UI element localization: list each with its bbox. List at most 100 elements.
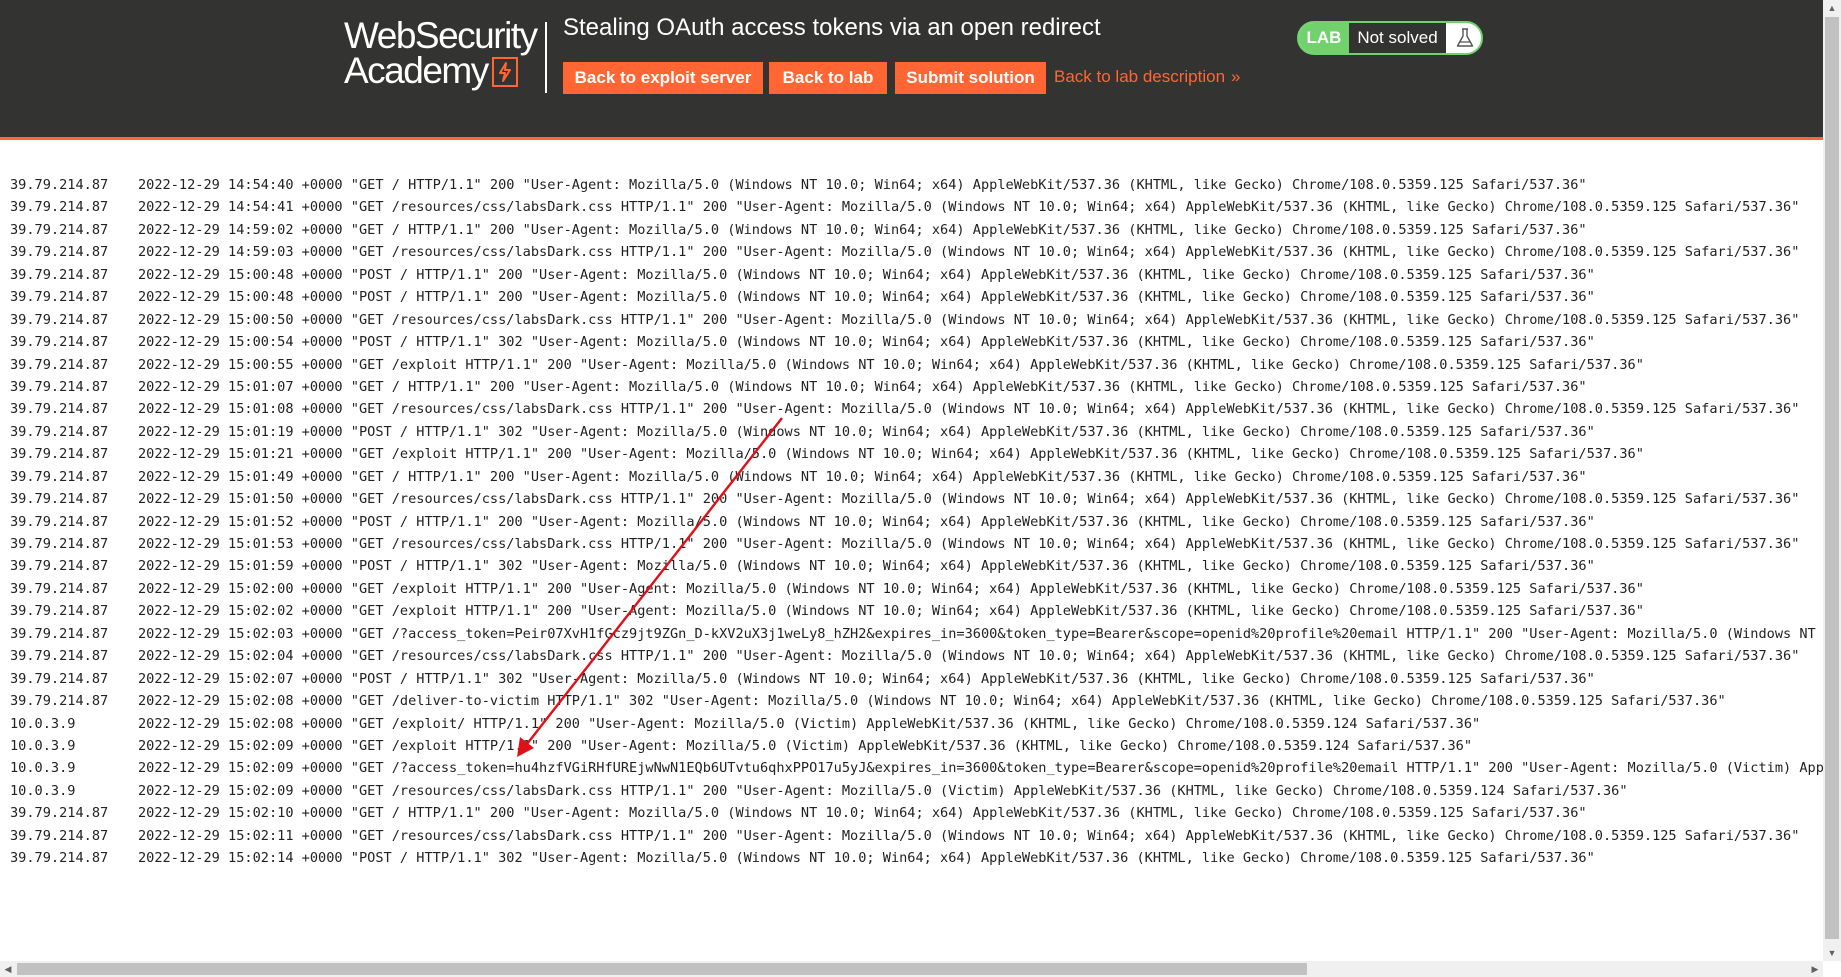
vertical-scroll-thumb[interactable] bbox=[1825, 17, 1839, 939]
page-header: WebSecurity Academy Stealing OAuth acces… bbox=[0, 0, 1823, 140]
chevrons-right-icon: » bbox=[1231, 67, 1241, 86]
log-entry: 2022-12-29 15:00:48 +0000 "POST / HTTP/1… bbox=[138, 266, 1595, 283]
log-row: 39.79.214.87 2022-12-29 15:00:48 +0000 "P… bbox=[10, 286, 1823, 308]
scroll-down-icon[interactable]: ▼ bbox=[1824, 945, 1840, 961]
log-ip: 39.79.214.87 bbox=[10, 625, 109, 642]
log-entry: 2022-12-29 15:02:11 +0000 "GET /resource… bbox=[138, 827, 1800, 844]
log-row: 39.79.214.87 2022-12-29 14:59:03 +0000 "G… bbox=[10, 241, 1823, 263]
web-security-academy-logo[interactable]: WebSecurity Academy bbox=[344, 15, 538, 91]
log-ip: 10.0.3.9 bbox=[10, 760, 76, 777]
log-entry: 2022-12-29 15:00:54 +0000 "POST / HTTP/1… bbox=[138, 334, 1595, 351]
log-ip: 39.79.214.87 bbox=[10, 513, 109, 530]
log-row: 39.79.214.87 2022-12-29 15:02:08 +0000 "G… bbox=[10, 690, 1823, 712]
log-row: 39.79.214.87 2022-12-29 15:02:04 +0000 "G… bbox=[10, 645, 1823, 667]
vertical-scrollbar[interactable]: ▲ ▼ bbox=[1823, 0, 1841, 961]
log-entry: 2022-12-29 15:02:00 +0000 "GET /exploit … bbox=[138, 580, 1644, 597]
log-ip: 10.0.3.9 bbox=[10, 737, 76, 754]
log-row: 39.79.214.87 2022-12-29 14:54:40 +0000 "G… bbox=[10, 174, 1823, 196]
log-ip: 39.79.214.87 bbox=[10, 177, 109, 193]
lab-status-widget: LAB Not solved bbox=[1297, 21, 1483, 55]
log-entry: 2022-12-29 15:02:09 +0000 "GET /resource… bbox=[138, 782, 1628, 799]
log-entry: 2022-12-29 14:54:40 +0000 "GET / HTTP/1.… bbox=[138, 177, 1587, 193]
log-ip: 39.79.214.87 bbox=[10, 244, 109, 261]
log-entry: 2022-12-29 15:02:07 +0000 "POST / HTTP/1… bbox=[138, 670, 1595, 687]
log-row: 39.79.214.87 2022-12-29 15:02:03 +0000 "G… bbox=[10, 623, 1823, 645]
log-row: 39.79.214.87 2022-12-29 15:01:53 +0000 "G… bbox=[10, 533, 1823, 555]
log-row: 39.79.214.87 2022-12-29 14:54:41 +0000 "G… bbox=[10, 196, 1823, 218]
log-ip: 39.79.214.87 bbox=[10, 356, 109, 373]
log-entry: 2022-12-29 15:02:09 +0000 "GET /exploit … bbox=[138, 737, 1473, 754]
log-row: 10.0.3.9 2022-12-29 15:02:08 +0000 "GET /… bbox=[10, 713, 1823, 735]
log-row: 10.0.3.9 2022-12-29 15:02:09 +0000 "GET /… bbox=[10, 735, 1823, 757]
scroll-right-icon[interactable]: ▶ bbox=[1807, 961, 1823, 977]
logo-bolt-icon bbox=[491, 57, 518, 87]
horizontal-scrollbar[interactable]: ◀ ▶ bbox=[0, 961, 1823, 977]
log-ip: 39.79.214.87 bbox=[10, 603, 109, 620]
scroll-up-icon[interactable]: ▲ bbox=[1824, 0, 1840, 16]
log-row: 39.79.214.87 2022-12-29 15:00:55 +0000 "G… bbox=[10, 354, 1823, 376]
log-row: 39.79.214.87 2022-12-29 15:01:08 +0000 "G… bbox=[10, 398, 1823, 420]
log-entry: 2022-12-29 15:01:08 +0000 "GET /resource… bbox=[138, 401, 1800, 418]
log-ip: 39.79.214.87 bbox=[10, 805, 109, 822]
log-ip: 39.79.214.87 bbox=[10, 827, 109, 844]
log-entry: 2022-12-29 15:01:59 +0000 "POST / HTTP/1… bbox=[138, 558, 1595, 575]
header-divider bbox=[545, 22, 547, 93]
log-row: 39.79.214.87 2022-12-29 15:01:07 +0000 "G… bbox=[10, 376, 1823, 398]
log-ip: 39.79.214.87 bbox=[10, 491, 109, 508]
horizontal-scroll-thumb[interactable] bbox=[17, 963, 1307, 975]
exploit-server-access-log: 39.79.214.87 2022-12-29 14:54:40 +0000 "G… bbox=[10, 174, 1823, 954]
back-to-lab-description-link[interactable]: Back to lab description » bbox=[1054, 67, 1241, 87]
log-entry: 2022-12-29 15:00:50 +0000 "GET /resource… bbox=[138, 311, 1800, 328]
log-ip: 10.0.3.9 bbox=[10, 782, 76, 799]
log-row: 39.79.214.87 2022-12-29 15:01:21 +0000 "G… bbox=[10, 443, 1823, 465]
log-row: 39.79.214.87 2022-12-29 15:00:50 +0000 "G… bbox=[10, 309, 1823, 331]
submit-solution-button[interactable]: Submit solution bbox=[895, 62, 1046, 94]
log-ip: 39.79.214.87 bbox=[10, 266, 109, 283]
log-entry: 2022-12-29 15:01:07 +0000 "GET / HTTP/1.… bbox=[138, 378, 1587, 395]
log-entry: 2022-12-29 15:02:09 +0000 "GET /?access_… bbox=[138, 760, 1823, 777]
log-ip: 39.79.214.87 bbox=[10, 580, 109, 597]
lab-status-badge: LAB bbox=[1299, 23, 1349, 53]
logo-text-line1: WebSecurity bbox=[344, 15, 538, 56]
log-entry: 2022-12-29 15:01:19 +0000 "POST / HTTP/1… bbox=[138, 423, 1595, 440]
log-entry: 2022-12-29 14:54:41 +0000 "GET /resource… bbox=[138, 199, 1800, 216]
log-entry: 2022-12-29 15:02:08 +0000 "GET /exploit/… bbox=[138, 715, 1481, 732]
log-ip: 39.79.214.87 bbox=[10, 334, 109, 351]
log-ip: 39.79.214.87 bbox=[10, 693, 109, 710]
scroll-left-icon[interactable]: ◀ bbox=[0, 961, 16, 977]
back-to-lab-description-label: Back to lab description bbox=[1054, 67, 1226, 86]
log-ip: 39.79.214.87 bbox=[10, 468, 109, 485]
log-ip: 39.79.214.87 bbox=[10, 199, 109, 216]
back-to-lab-button[interactable]: Back to lab bbox=[769, 62, 887, 94]
log-entry: 2022-12-29 15:02:02 +0000 "GET /exploit … bbox=[138, 603, 1644, 620]
log-row: 39.79.214.87 2022-12-29 15:00:54 +0000 "P… bbox=[10, 331, 1823, 353]
log-row: 39.79.214.87 2022-12-29 15:02:11 +0000 "G… bbox=[10, 825, 1823, 847]
log-row: 39.79.214.87 2022-12-29 15:01:59 +0000 "P… bbox=[10, 555, 1823, 577]
log-row: 10.0.3.9 2022-12-29 15:02:09 +0000 "GET /… bbox=[10, 757, 1823, 779]
log-entry: 2022-12-29 15:02:04 +0000 "GET /resource… bbox=[138, 648, 1800, 665]
log-row: 39.79.214.87 2022-12-29 15:02:02 +0000 "G… bbox=[10, 600, 1823, 622]
log-row: 39.79.214.87 2022-12-29 15:00:48 +0000 "P… bbox=[10, 264, 1823, 286]
log-row: 39.79.214.87 2022-12-29 15:02:07 +0000 "P… bbox=[10, 668, 1823, 690]
log-entry: 2022-12-29 15:01:21 +0000 "GET /exploit … bbox=[138, 446, 1644, 463]
log-ip: 39.79.214.87 bbox=[10, 378, 109, 395]
logo-text-line2: Academy bbox=[344, 50, 489, 91]
log-entry: 2022-12-29 14:59:02 +0000 "GET / HTTP/1.… bbox=[138, 221, 1587, 238]
log-row: 39.79.214.87 2022-12-29 15:01:49 +0000 "G… bbox=[10, 466, 1823, 488]
log-ip: 39.79.214.87 bbox=[10, 536, 109, 552]
log-entry: 2022-12-29 15:00:48 +0000 "POST / HTTP/1… bbox=[138, 289, 1595, 306]
log-entry: 2022-12-29 15:02:03 +0000 "GET /?access_… bbox=[138, 625, 1823, 642]
log-entry: 2022-12-29 15:01:49 +0000 "GET / HTTP/1.… bbox=[138, 468, 1587, 485]
log-ip: 39.79.214.87 bbox=[10, 401, 109, 418]
log-entry: 2022-12-29 15:01:50 +0000 "GET /resource… bbox=[138, 491, 1800, 508]
log-row: 39.79.214.87 2022-12-29 15:02:10 +0000 "G… bbox=[10, 802, 1823, 824]
log-row: 39.79.214.87 2022-12-29 15:01:52 +0000 "P… bbox=[10, 511, 1823, 533]
log-ip: 39.79.214.87 bbox=[10, 446, 109, 463]
log-ip: 39.79.214.87 bbox=[10, 221, 109, 238]
log-entry: 2022-12-29 15:00:55 +0000 "GET /exploit … bbox=[138, 356, 1644, 373]
back-to-exploit-server-button[interactable]: Back to exploit server bbox=[563, 62, 763, 94]
log-row: 39.79.214.87 2022-12-29 14:59:02 +0000 "G… bbox=[10, 219, 1823, 241]
log-ip: 39.79.214.87 bbox=[10, 289, 109, 306]
log-ip: 39.79.214.87 bbox=[10, 423, 109, 440]
log-row: 39.79.214.87 2022-12-29 15:02:14 +0000 "P… bbox=[10, 847, 1823, 869]
